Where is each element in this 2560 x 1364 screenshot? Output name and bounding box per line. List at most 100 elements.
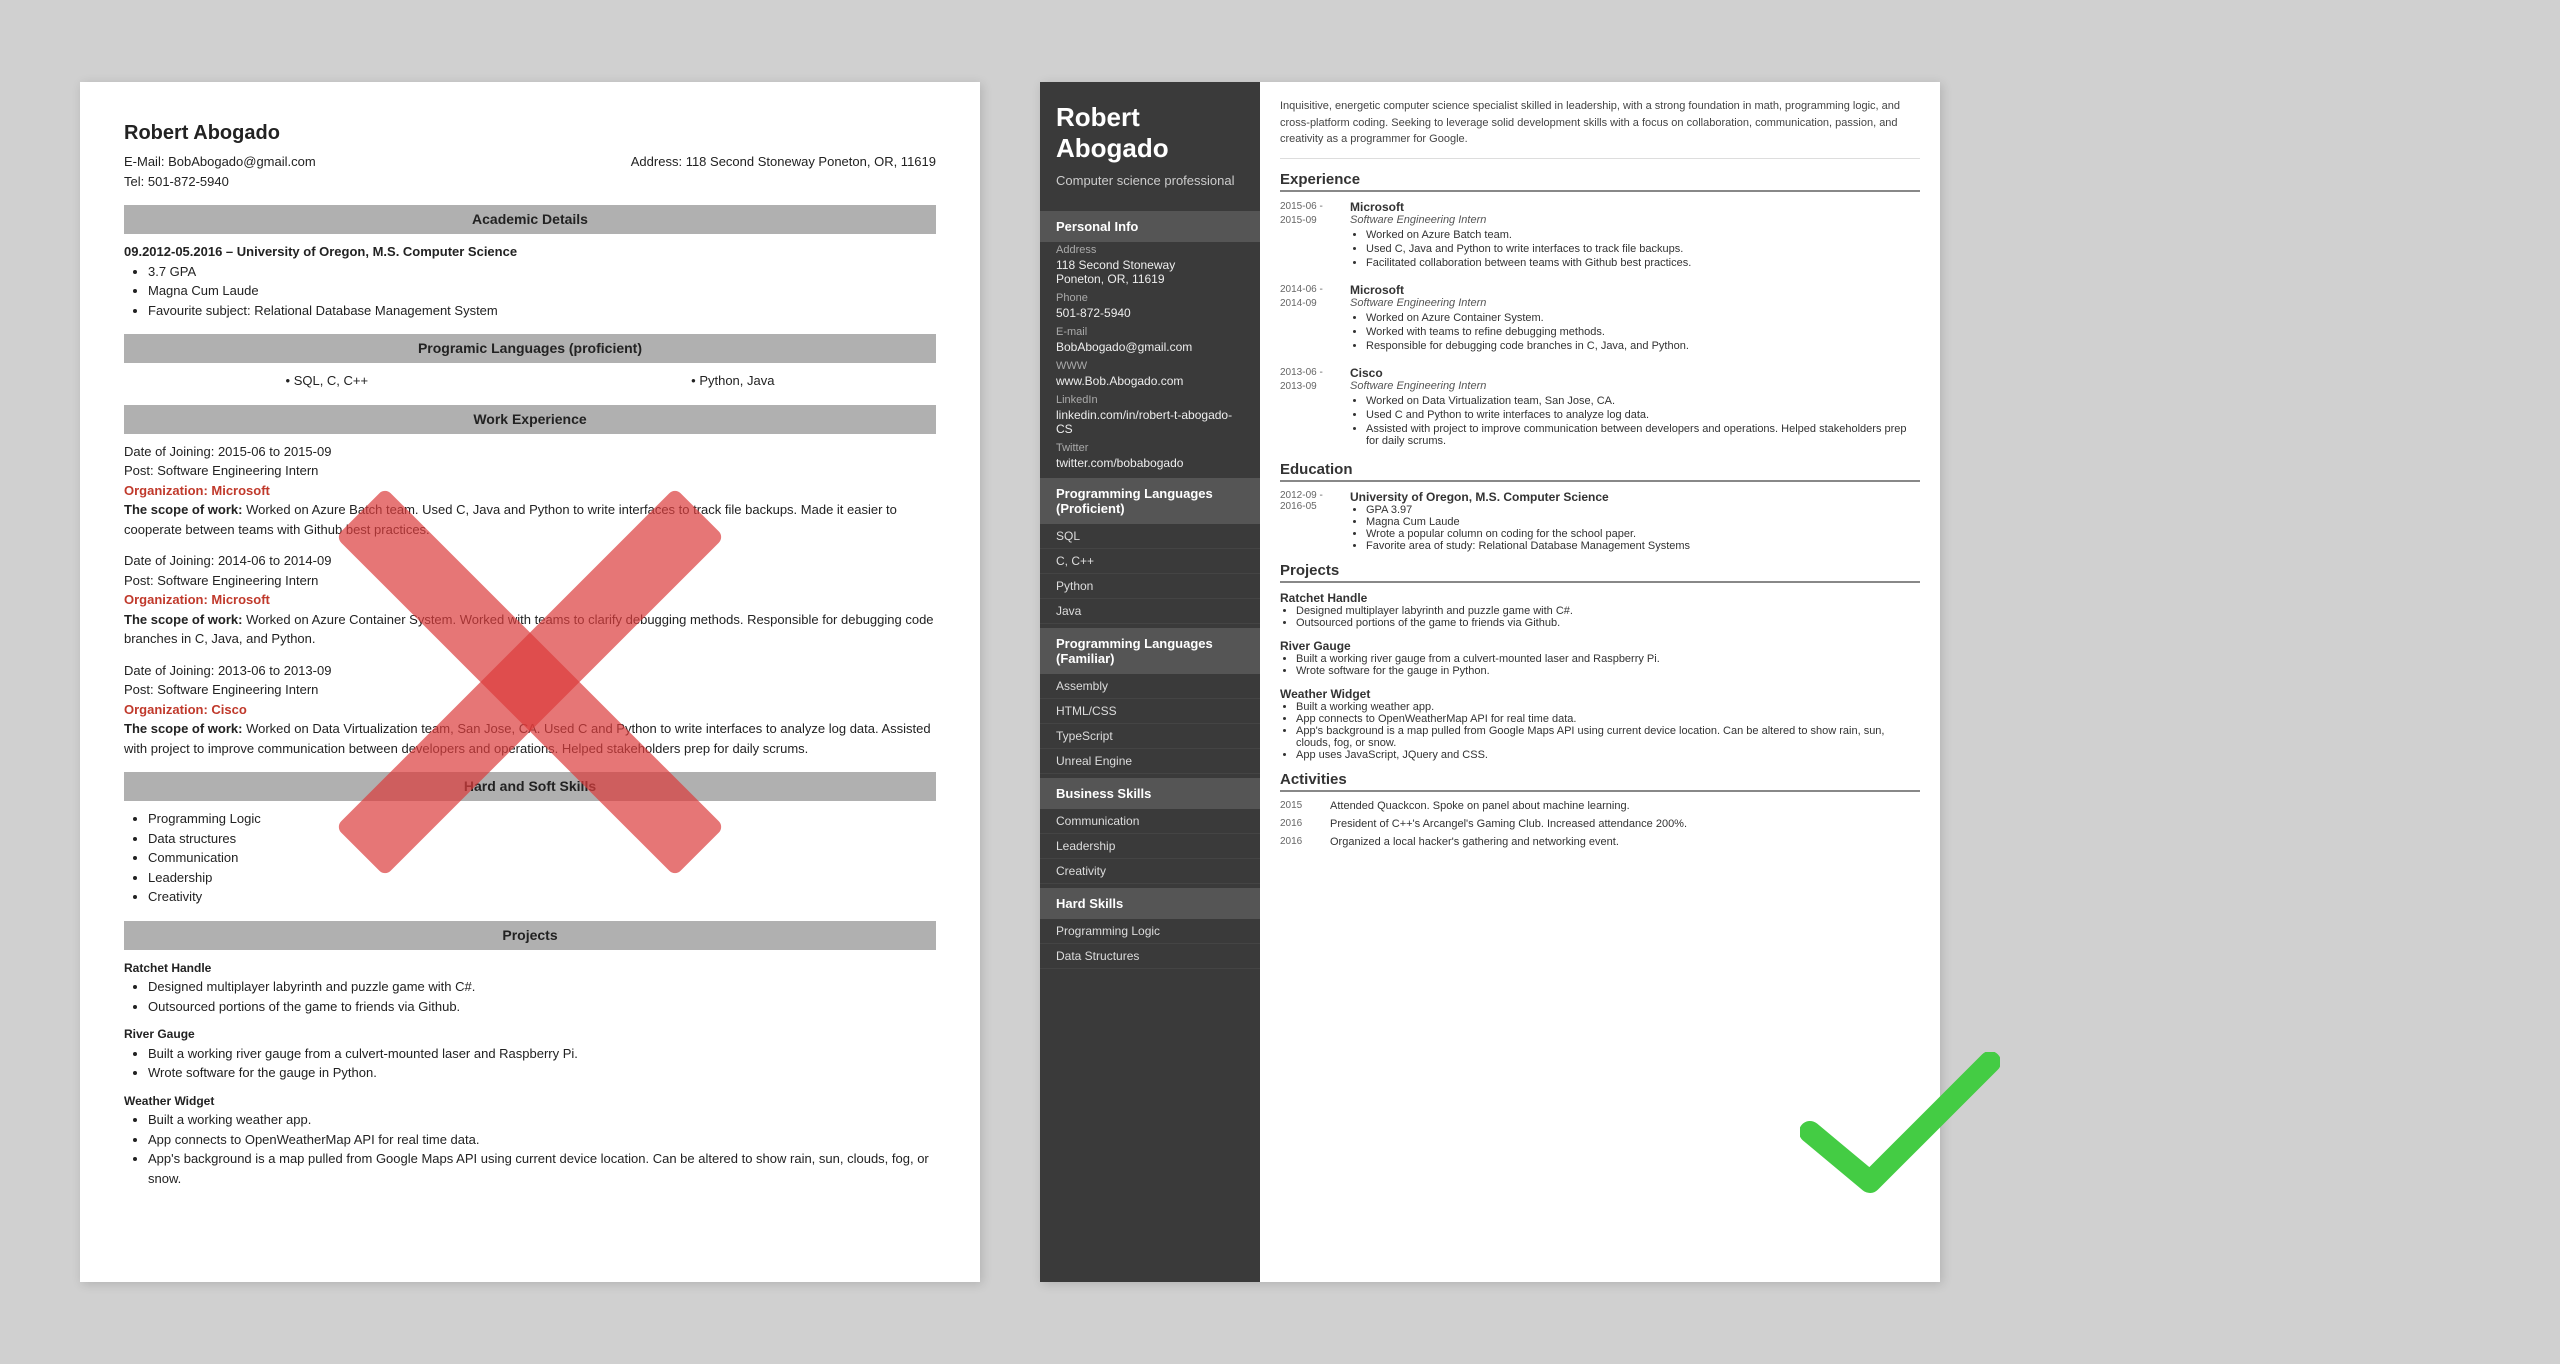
r-proj-2: River Gauge Built a working river gauge … [1280,639,1920,677]
skill-2: Data structures [148,829,936,849]
biz-leadership: Leadership [1040,834,1260,859]
r-p1-b2: Outsourced portions of the game to frien… [1296,617,1920,629]
exp-detail-3: Cisco Software Engineering Intern Worked… [1350,366,1920,449]
lang-assembly: Assembly [1040,674,1260,699]
proj-1-bullet-2: Outsourced portions of the game to frien… [148,997,936,1017]
lang-java: Java [1040,599,1260,624]
left-address: 118 Second Stoneway Poneton, OR, 11619 [686,154,936,169]
work-header: Work Experience [124,405,936,434]
r-p1-b1: Designed multiplayer labyrinth and puzzl… [1296,605,1920,617]
hard-prog-logic: Programming Logic [1040,919,1260,944]
skill-3: Communication [148,848,936,868]
r-proj-title-1: Ratchet Handle [1280,591,1920,605]
main-content: Inquisitive, energetic computer science … [1260,82,1940,1282]
sidebar-www: www.Bob.Abogado.com [1040,374,1260,392]
r-proj-1: Ratchet Handle Designed multiplayer laby… [1280,591,1920,629]
exp-company-2: Microsoft [1350,283,1920,297]
exp-date-1: 2015-06 -2015-09 [1280,200,1350,271]
prog-lang-header: Programic Languages (proficient) [124,334,936,363]
exp-detail-1: Microsoft Software Engineering Intern Wo… [1350,200,1920,271]
academic-bullet-3: Favourite subject: Relational Database M… [148,301,936,321]
www-label: WWW [1040,358,1260,374]
exp-3: 2013-06 -2013-09 Cisco Software Engineer… [1280,366,1920,449]
exp-company-3: Cisco [1350,366,1920,380]
summary: Inquisitive, energetic computer science … [1280,98,1920,159]
act-year-1: 2015 [1280,800,1330,812]
proj-1-bullet-1: Designed multiplayer labyrinth and puzzl… [148,977,936,997]
work-dates-1: Date of Joining: 2015-06 to 2015-09 [124,442,936,462]
lang-html: HTML/CSS [1040,699,1260,724]
edu-b3: Wrote a popular column on coding for the… [1366,528,1920,540]
act-text-1: Attended Quackcon. Spoke on panel about … [1330,800,1920,812]
work-post-1: Post: Software Engineering Intern [124,461,936,481]
work-scope-1: The scope of work: Worked on Azure Batch… [124,500,936,539]
sidebar-phone: 501-872-5940 [1040,306,1260,324]
work-post-3: Post: Software Engineering Intern [124,680,936,700]
experience-title: Experience [1280,171,1920,192]
prog-lang-row: • SQL, C, C++ • Python, Java [124,371,936,391]
page-container: Robert Abogado E-Mail: BobAbogado@gmail.… [80,82,2480,1282]
left-name: Robert Abogado [124,118,936,148]
exp-1: 2015-06 -2015-09 Microsoft Software Engi… [1280,200,1920,271]
exp-1-b3: Facilitated collaboration between teams … [1366,257,1920,269]
left-contact-right: Address: 118 Second Stoneway Poneton, OR… [631,152,936,191]
resume-good: RobertAbogado Computer science professio… [1040,82,1940,1282]
work-org-3: Organization: Cisco [124,700,936,720]
address-label: Address [1040,242,1260,258]
act-year-2: 2016 [1280,818,1330,830]
academic-bullet-1: 3.7 GPA [148,262,936,282]
exp-role-3: Software Engineering Intern [1350,380,1920,392]
work-dates-3: Date of Joining: 2013-06 to 2013-09 [124,661,936,681]
skills-header: Hard and Soft Skills [124,772,936,801]
proj-3-bullet-2: App connects to OpenWeatherMap API for r… [148,1130,936,1150]
r-p3-b3: App's background is a map pulled from Go… [1296,725,1920,749]
edu-detail-1: University of Oregon, M.S. Computer Scie… [1350,490,1920,552]
proj-3-bullet-3: App's background is a map pulled from Go… [148,1149,936,1188]
edu-b1: GPA 3.97 [1366,504,1920,516]
sidebar-address: 118 Second StonewayPoneton, OR, 11619 [1040,258,1260,290]
r-p2-b1: Built a working river gauge from a culve… [1296,653,1920,665]
project-2: River Gauge Built a working river gauge … [124,1024,936,1083]
exp-2-b2: Worked with teams to refine debugging me… [1366,326,1920,338]
right-name: RobertAbogado [1040,82,1260,172]
exp-2: 2014-06 -2014-09 Microsoft Software Engi… [1280,283,1920,354]
act-text-3: Organized a local hacker's gathering and… [1330,836,1920,848]
business-skills-header: Business Skills [1040,778,1260,809]
edu-school-1: University of Oregon, M.S. Computer Scie… [1350,490,1920,504]
exp-3-b3: Assisted with project to improve communi… [1366,423,1920,447]
personal-info-header: Personal Info [1040,211,1260,242]
prog-proficient-header: Programming Languages (Proficient) [1040,478,1260,524]
sidebar-twitter: twitter.com/bobabogado [1040,456,1260,474]
exp-2-b1: Worked on Azure Container System. [1366,312,1920,324]
exp-date-2: 2014-06 -2014-09 [1280,283,1350,354]
projects-title-r: Projects [1280,562,1920,583]
left-contact-row: E-Mail: BobAbogado@gmail.com Tel: 501-87… [124,152,936,191]
left-tel: 501-872-5940 [148,174,229,189]
tel-label: Tel: [124,174,144,189]
academic-entry: 09.2012-05.2016 – University of Oregon, … [124,242,936,320]
academic-school: University of Oregon, M.S. Computer Scie… [237,244,517,259]
lang-typescript: TypeScript [1040,724,1260,749]
work-entry-3: Date of Joining: 2013-06 to 2013-09 Post… [124,661,936,759]
education-title: Education [1280,461,1920,482]
biz-creativity: Creativity [1040,859,1260,884]
work-entry-2: Date of Joining: 2014-06 to 2014-09 Post… [124,551,936,649]
work-scope-3: The scope of work: Worked on Data Virtua… [124,719,936,758]
project-3: Weather Widget Built a working weather a… [124,1091,936,1189]
sidebar: RobertAbogado Computer science professio… [1040,82,1260,1282]
lang-cpp: C, C++ [1040,549,1260,574]
right-title: Computer science professional [1040,172,1260,206]
work-dates-2: Date of Joining: 2014-06 to 2014-09 [124,551,936,571]
academic-dates: 09.2012-05.2016 – [124,244,233,259]
prog-lang-left: • SQL, C, C++ [286,371,369,391]
linkedin-label: LinkedIn [1040,392,1260,408]
r-p3-b1: Built a working weather app. [1296,701,1920,713]
r-proj-title-3: Weather Widget [1280,687,1920,701]
proj-title-3: Weather Widget [124,1094,214,1108]
act-year-3: 2016 [1280,836,1330,848]
r-p2-b2: Wrote software for the gauge in Python. [1296,665,1920,677]
academic-header: Academic Details [124,205,936,234]
hard-data-struct: Data Structures [1040,944,1260,969]
work-scope-2: The scope of work: Worked on Azure Conta… [124,610,936,649]
act-1: 2015 Attended Quackcon. Spoke on panel a… [1280,800,1920,812]
